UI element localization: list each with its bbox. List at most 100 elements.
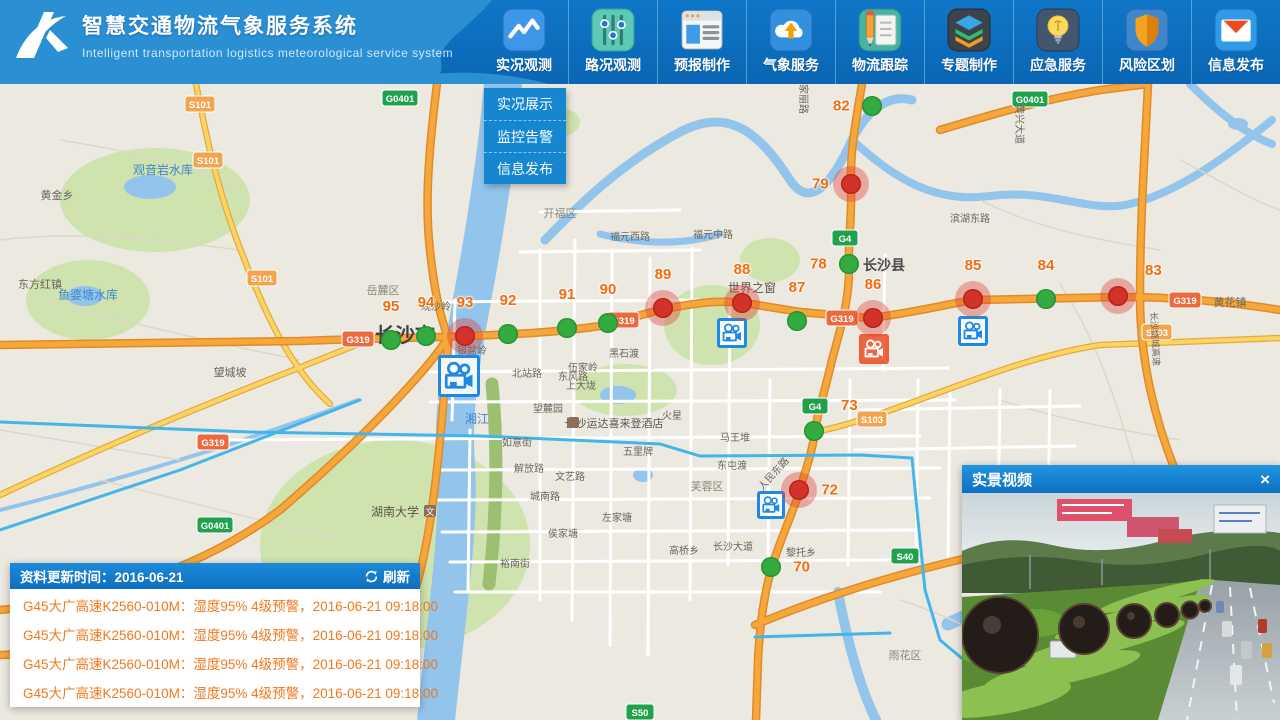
app-subtitle: Intelligent transportation logistics met… xyxy=(82,46,453,60)
svg-text:G4: G4 xyxy=(839,234,852,245)
sliders-icon xyxy=(591,8,635,52)
station-marker[interactable]: 90 xyxy=(590,305,626,341)
svg-text:东屯渡: 东屯渡 xyxy=(717,459,747,472)
update-time-label: 资料更新时间：2016-06-21 xyxy=(20,566,364,586)
live-video-frame[interactable] xyxy=(962,493,1280,720)
svg-text:鱼婆塘水库: 鱼婆塘水库 xyxy=(58,287,118,302)
station-marker[interactable]: 84 xyxy=(1028,281,1064,317)
video-camera-icon xyxy=(441,358,477,394)
svg-text:雨花区: 雨花区 xyxy=(889,649,922,662)
alert-panel: 资料更新时间：2016-06-21 刷新 G45大广高速K2560-010M：湿… xyxy=(10,563,420,707)
svg-text:左家塘: 左家塘 xyxy=(602,511,632,524)
svg-text:黄金乡: 黄金乡 xyxy=(41,188,74,202)
close-icon[interactable]: × xyxy=(1260,471,1270,488)
alert-list-item: G45大广高速K2560-010M：湿度95% 4级预警，2016-06-21 … xyxy=(23,679,420,708)
station-marker[interactable]: 89 xyxy=(645,290,681,326)
browser-window-icon xyxy=(680,8,724,52)
nav-item-logistics-tracking[interactable]: 物流跟踪 xyxy=(835,0,924,84)
svg-text:火星: 火星 xyxy=(662,410,682,422)
svg-text:裕南街: 裕南街 xyxy=(500,557,530,570)
station-marker[interactable]: 82 xyxy=(854,88,890,124)
svg-text:解放路: 解放路 xyxy=(514,462,544,475)
alert-list-item: G45大广高速K2560-010M：湿度95% 4级预警，2016-06-21 … xyxy=(23,621,420,650)
svg-text:黄兴大道: 黄兴大道 xyxy=(1013,104,1026,144)
line-chart-icon xyxy=(502,8,546,52)
svg-text:岳麓区: 岳麓区 xyxy=(367,284,400,297)
svg-text:文: 文 xyxy=(425,506,434,517)
station-marker[interactable]: 83 xyxy=(1100,278,1136,314)
svg-text:G319: G319 xyxy=(1173,296,1196,307)
video-camera-marker[interactable] xyxy=(958,316,988,346)
svg-text:开福区: 开福区 xyxy=(544,206,577,220)
nav-item-risk-zoning[interactable]: 风险区划 xyxy=(1102,0,1191,84)
station-marker[interactable]: 78 xyxy=(831,246,867,282)
nav-item-topic-production[interactable]: 专题制作 xyxy=(924,0,1013,84)
svg-text:文艺路: 文艺路 xyxy=(555,470,585,483)
nav-item-forecast-production[interactable]: 预报制作 xyxy=(657,0,746,84)
svg-text:北站路: 北站路 xyxy=(512,367,542,380)
svg-text:如意街: 如意街 xyxy=(502,436,532,449)
station-marker[interactable]: 95 xyxy=(373,322,409,358)
svg-text:滨湖东路: 滨湖东路 xyxy=(950,212,990,225)
station-marker[interactable]: 87 xyxy=(779,303,815,339)
station-marker[interactable]: 93 xyxy=(447,318,483,354)
svg-text:G319: G319 xyxy=(201,438,224,449)
station-marker[interactable]: 85 xyxy=(955,281,991,317)
nav-item-emergency-service[interactable]: 应急服务 xyxy=(1013,0,1102,84)
station-marker[interactable]: 73 xyxy=(796,413,832,449)
header: 智慧交通物流气象服务系统 Intelligent transportation … xyxy=(0,0,1280,84)
svg-text:福元西路: 福元西路 xyxy=(610,230,650,243)
app-title: 智慧交通物流气象服务系统 xyxy=(82,10,453,40)
svg-text:S50: S50 xyxy=(632,708,649,719)
svg-text:黄花镇: 黄花镇 xyxy=(1214,295,1247,309)
svg-text:长沙运达喜来登酒店: 长沙运达喜来登酒店 xyxy=(565,416,664,430)
submenu: 实况展示 监控告警 信息发布 xyxy=(484,88,566,184)
refresh-button[interactable]: 刷新 xyxy=(364,566,410,586)
cloud-upload-icon xyxy=(769,8,813,52)
svg-text:福元中路: 福元中路 xyxy=(693,228,733,241)
station-marker[interactable]: 70 xyxy=(753,549,789,585)
svg-text:城南路: 城南路 xyxy=(530,490,560,503)
svg-text:望麓园: 望麓园 xyxy=(533,402,563,415)
svg-text:S101: S101 xyxy=(251,274,274,285)
logo-icon xyxy=(10,6,72,64)
station-marker[interactable]: 88 xyxy=(724,285,760,321)
alert-list-item: G45大广高速K2560-010M：湿度95% 4级预警，2016-06-21 … xyxy=(23,650,420,679)
station-marker[interactable]: 86 xyxy=(855,300,891,336)
svg-text:长沙大道: 长沙大道 xyxy=(713,540,753,553)
video-camera-marker-alert[interactable] xyxy=(859,334,889,364)
svg-text:上大垅: 上大垅 xyxy=(566,379,596,392)
envelope-icon xyxy=(1214,8,1258,52)
svg-text:S101: S101 xyxy=(189,100,212,111)
station-marker[interactable]: 94 xyxy=(408,318,444,354)
app: G0401 G0401 G0401 G4 G4 S40 S50 G319 G31… xyxy=(0,0,1280,720)
video-camera-icon xyxy=(862,337,886,361)
station-marker[interactable]: 92 xyxy=(490,316,526,352)
video-camera-icon xyxy=(961,319,985,343)
video-camera-marker[interactable] xyxy=(438,355,480,397)
station-marker[interactable]: 79 xyxy=(833,166,869,202)
station-marker[interactable]: 91 xyxy=(549,310,585,346)
nav-item-info-release[interactable]: 信息发布 xyxy=(1191,0,1280,84)
svg-text:高桥乡: 高桥乡 xyxy=(669,544,699,557)
svg-text:观音岩水库: 观音岩水库 xyxy=(133,162,193,177)
svg-text:S103: S103 xyxy=(861,415,883,426)
nav-item-realtime-observation[interactable]: 实况观测 xyxy=(480,0,568,84)
submenu-item-monitor-alarm[interactable]: 监控告警 xyxy=(484,120,566,152)
video-camera-icon xyxy=(720,321,744,345)
submenu-item-info-release[interactable]: 信息发布 xyxy=(484,152,566,184)
station-marker[interactable]: 72 xyxy=(781,472,817,508)
video-camera-marker[interactable] xyxy=(717,318,747,348)
svg-text:湘江: 湘江 xyxy=(465,411,489,426)
svg-text:G319: G319 xyxy=(346,335,369,346)
alert-list: G45大广高速K2560-010M：湿度95% 4级预警，2016-06-21 … xyxy=(10,589,420,708)
submenu-item-realtime-display[interactable]: 实况展示 xyxy=(484,88,566,120)
nav-item-weather-service[interactable]: 气象服务 xyxy=(746,0,835,84)
nav-item-road-observation[interactable]: 路况观测 xyxy=(568,0,657,84)
svg-text:望城坡: 望城坡 xyxy=(214,366,247,379)
svg-text:G4: G4 xyxy=(809,402,822,413)
svg-text:S40: S40 xyxy=(897,552,914,563)
live-video-header: 实景视频 × xyxy=(962,465,1280,493)
video-camera-icon xyxy=(760,494,782,516)
svg-text:湖南大学: 湖南大学 xyxy=(371,504,419,519)
